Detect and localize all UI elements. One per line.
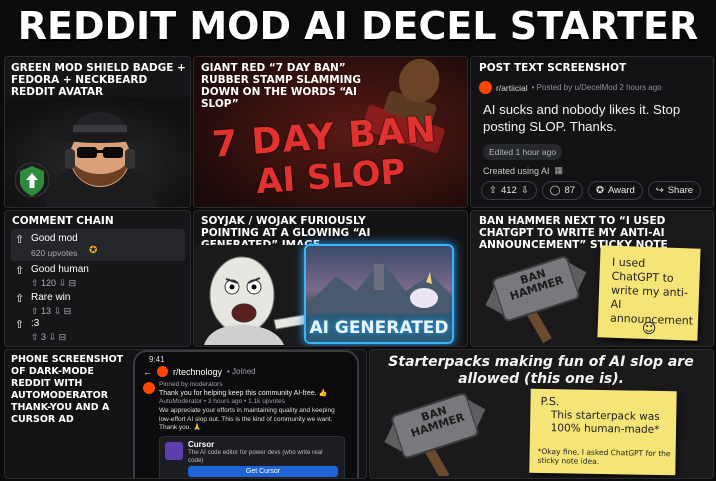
comment-meta: 620 upvotes (31, 248, 78, 258)
post-body: We appreciate your efforts in maintainin… (159, 407, 335, 431)
sticky-note: I used ChatGPT to write my anti-AI annou… (597, 245, 701, 341)
post-meta: • Posted by u/DecelMod 2 hours ago (531, 83, 662, 92)
vote-control[interactable]: ⇧ 412 ⇩ (481, 181, 537, 200)
upvote-icon[interactable]: ⇧ (15, 264, 24, 277)
ad-text: The AI code editor for power devs (who w… (188, 449, 323, 464)
panel-caption: GIANT RED “7 DAY BAN” RUBBER STAMP SLAMM… (201, 62, 361, 110)
comment-text: Good human (31, 264, 89, 275)
back-arrow-icon[interactable]: ← (143, 367, 152, 377)
cursor-logo-icon (165, 442, 183, 460)
share-label: Share (667, 185, 694, 196)
award-icon: ✪ (89, 245, 98, 256)
reddit-snoo-icon (479, 81, 492, 94)
ad-title: Cursor (188, 440, 215, 449)
comment-2: ⇧ Good human ⇧ 120 ⇩ ⊟ (15, 263, 185, 291)
upvote-icon[interactable]: ⇧ (489, 185, 497, 196)
comment-meta: 13 (41, 306, 52, 316)
smile-icon: ☺ (641, 320, 657, 338)
automod-avatar-icon (143, 382, 155, 394)
phone-frame: 9:41 ← r/technology • Joined Pinned by m… (133, 350, 359, 478)
ai-generated-image: AI GENERATED (304, 244, 454, 344)
panel-heading: Starterpacks making fun of AI slop are a… (388, 354, 694, 387)
comment-3: ⇧ Rare win ⇧ 13 ⇩ ⊟ (15, 291, 185, 319)
panel-caption: POST TEXT SCREENSHOT (479, 62, 627, 74)
note-ps: P.S. (540, 394, 560, 409)
subreddit-name[interactable]: r/artiicial (496, 83, 528, 93)
award-button[interactable]: ✪ Award (588, 181, 643, 200)
note-fine-print: *Okay fine, I asked ChatGPT for the stic… (537, 446, 671, 466)
award-icon: ✪ (596, 185, 604, 196)
award-label: Award (607, 185, 635, 196)
panel-caption: BAN HAMMER NEXT TO “I USED CHATGPT TO WR… (479, 215, 668, 251)
upvote-icon[interactable]: ⇧ (15, 292, 24, 305)
comment-text: Rare win (31, 292, 71, 303)
page-title: REDDIT MOD AI DECEL STARTER PACK (17, 4, 699, 100)
comment-text: :3 (31, 318, 40, 329)
comment-meta: 120 (41, 278, 57, 288)
panel-comment-chain: COMMENT CHAIN ⇧ Good mod 620 upvotes ✪ ⇧… (4, 210, 191, 347)
post-title: Thank you for helping keep this communit… (159, 390, 328, 397)
post-meta: AutoModerator • 3 hours ago • 1.1k upvot… (159, 398, 285, 405)
ai-generated-label: AI GENERATED (309, 318, 449, 338)
note-text: I used ChatGPT to write my anti-AI annou… (609, 255, 694, 328)
panel-caption: PHONE SCREENSHOT OF DARK-MODE REDDIT WIT… (11, 354, 124, 425)
comment-text: Good mod (31, 233, 78, 244)
note-body: This starterpack was 100% human-made* (550, 409, 660, 436)
downvote-icon[interactable]: ⇩ (521, 185, 529, 196)
post-body: AI sucks and nobody likes it. Stop posti… (483, 102, 681, 134)
panel-ban-stamp: GIANT RED “7 DAY BAN” RUBBER STAMP SLAMM… (193, 56, 468, 208)
comment-meta-row: ⇧ 3 ⇩ ⊟ (31, 332, 67, 342)
pinned-label: Pinned by moderators (159, 381, 223, 388)
mod-shield-badge-icon (14, 161, 50, 199)
ai-icon: ▦ (554, 165, 564, 175)
panel-caption: COMMENT CHAIN (12, 215, 114, 227)
comment-meta-row: ⇧ 120 ⇩ ⊟ (31, 278, 77, 288)
joined-label: • Joined (227, 367, 256, 376)
ban-hammer-icon (485, 256, 587, 344)
subreddit-name[interactable]: r/technology (173, 367, 222, 377)
cursor-ad[interactable]: Cursor The AI code editor for power devs… (159, 436, 345, 478)
share-icon: ↪ (655, 185, 664, 196)
comment-icon: ◯ (549, 185, 561, 196)
subreddit-icon (157, 366, 168, 377)
comment-meta-row: ⇧ 13 ⇩ ⊟ (31, 306, 72, 316)
panel-mod-avatar: GREEN MOD SHIELD BADGE + FEDORA + NECKBE… (4, 56, 191, 208)
comment-count: 87 (564, 185, 576, 196)
comment-1: ⇧ Good mod 620 upvotes ✪ (11, 229, 185, 261)
panel-wojak: SOYJAK / WOJAK FURIOUSLY POINTING AT A G… (193, 210, 468, 347)
get-cursor-button[interactable]: Get Cursor (188, 466, 338, 477)
vote-count: 412 (500, 185, 517, 196)
status-time: 9:41 (149, 355, 165, 364)
upvote-icon[interactable]: ⇧ (15, 318, 24, 331)
panel-ban-hammer-note: BAN HAMMER NEXT TO “I USED CHATGPT TO WR… (470, 210, 714, 347)
edited-tag: Edited 1 hour ago (483, 144, 563, 160)
comment-4: ⇧ :3 ⇧ 3 ⇩ ⊟ (15, 317, 185, 345)
panel-phone-screenshot: PHONE SCREENSHOT OF DARK-MODE REDDIT WIT… (4, 349, 367, 479)
panel-starterpack-allowed: Starterpacks making fun of AI slop are a… (369, 349, 714, 479)
comments-button[interactable]: ◯ 87 (541, 181, 584, 200)
upvote-icon[interactable]: ⇧ (15, 233, 24, 246)
panel-post-screenshot: POST TEXT SCREENSHOT r/artiicial • Poste… (470, 56, 714, 208)
sticky-note: P.S. This starterpack was 100% human-mad… (529, 388, 677, 476)
share-button[interactable]: ↪ Share (647, 181, 702, 200)
created-using-ai: Created using AI (483, 165, 550, 176)
